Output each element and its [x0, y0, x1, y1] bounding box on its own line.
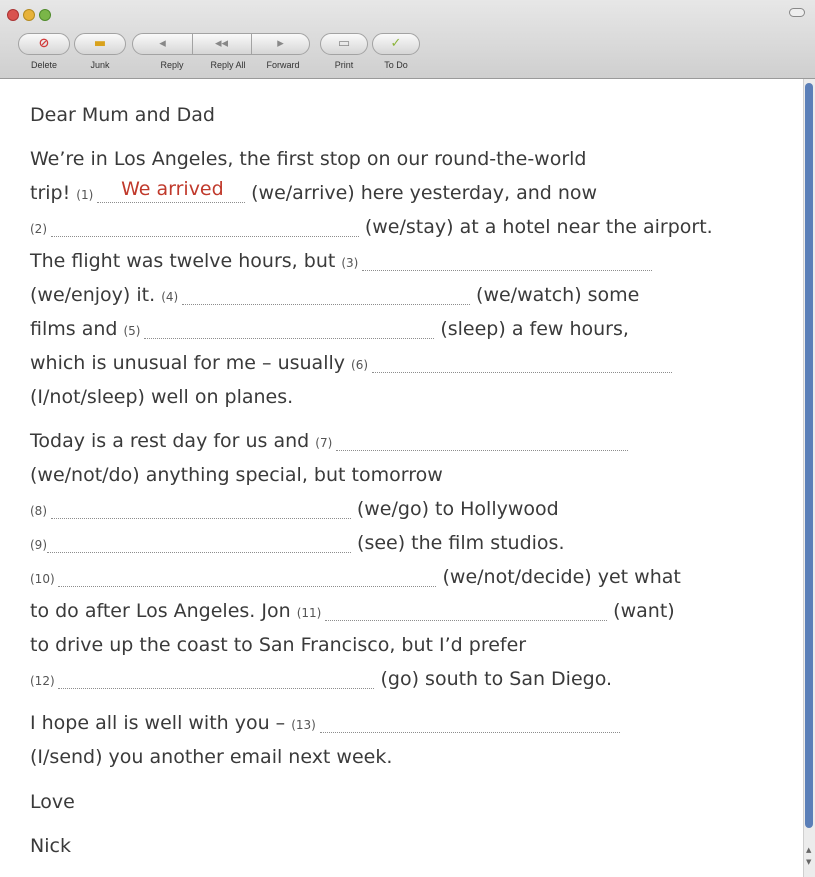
line-text: (we/go) to Hollywood [350, 498, 559, 520]
signature: Nick [30, 835, 71, 857]
print-icon: ▭ [337, 36, 351, 51]
reply-button[interactable]: ◂ [133, 34, 193, 54]
letter-line: (2) (we/stay) at a hotel near the airpor… [30, 212, 713, 244]
reply-all-icon: ◂◂ [214, 36, 229, 51]
scroll-down-arrow-icon[interactable]: ▼ [806, 858, 812, 866]
letter-line: (we/enjoy) it. (4) (we/watch) some [30, 280, 639, 312]
toolbar: ⊘ Delete ▬ Junk ◂ ◂◂ ▸ Reply Reply All F… [0, 0, 815, 79]
junk-icon: ▬ [93, 36, 107, 51]
line-text: Today is a rest day for us and [30, 430, 316, 452]
letter-line: which is unusual for me – usually (6) [30, 348, 672, 380]
letter-line: (9) (see) the film studios. [30, 528, 565, 560]
gap-7-field[interactable] [336, 428, 629, 451]
forward-button[interactable]: ▸ [251, 34, 310, 54]
delete-label: Delete [30, 60, 57, 70]
line-text: I hope all is well with you – [30, 712, 292, 734]
mail-window: ⊘ Delete ▬ Junk ◂ ◂◂ ▸ Reply Reply All F… [0, 0, 815, 877]
line-text: (we/arrive) here yesterday, and now [245, 182, 598, 204]
junk-button[interactable]: ▬ [74, 33, 126, 55]
close-window-button[interactable] [7, 9, 19, 21]
letter-line: (we/not/do) anything special, but tomorr… [30, 464, 443, 486]
gap-6-field[interactable] [371, 350, 672, 373]
gap-3-field[interactable] [362, 248, 653, 271]
reply-icon: ◂ [159, 36, 166, 51]
gap-2-field[interactable] [50, 214, 359, 237]
line-text: which is unusual for me – usually [30, 352, 352, 374]
forward-icon: ▸ [277, 36, 284, 51]
gap-13-field[interactable] [319, 710, 620, 733]
gap-number-10: (10) [30, 572, 59, 586]
line-text: (we/stay) at a hotel near the airport. [358, 216, 713, 238]
gap-4-field[interactable] [182, 282, 470, 305]
letter-line: films and (5) (sleep) a few hours, [30, 314, 629, 346]
letter-line: We’re in Los Angeles, the first stop on … [30, 148, 587, 170]
reply-all-label: Reply All [210, 60, 246, 70]
print-button[interactable]: ▭ [320, 33, 368, 55]
delete-button[interactable]: ⊘ [18, 33, 70, 55]
line-text: The flight was twelve hours, but [30, 250, 342, 272]
line-text: trip! [30, 182, 77, 204]
gap-number-13: (13) [291, 718, 320, 732]
letter-line: I hope all is well with you – (13) [30, 708, 620, 740]
gap-1-answer-field[interactable]: We arrived [97, 178, 246, 203]
line-text: (want) [607, 600, 675, 622]
reply-group: ◂ ◂◂ ▸ [132, 33, 310, 55]
gap-number-12: (12) [30, 674, 59, 688]
junk-label: Junk [90, 60, 110, 70]
reply-label: Reply [160, 60, 184, 70]
gap-number-4: (4) [161, 290, 182, 304]
line-text: (we/watch) some [470, 284, 640, 306]
letter-line: (I/send) you another email next week. [30, 746, 393, 768]
letter-line: to drive up the coast to San Francisco, … [30, 634, 527, 656]
letter-line: trip! (1) We arrived (we/arrive) here ye… [30, 178, 597, 210]
todo-label: To Do [384, 60, 408, 70]
gap-number-1: (1) [76, 188, 98, 202]
forward-label: Forward [266, 60, 300, 70]
line-text: (sleep) a few hours, [434, 318, 629, 340]
greeting: Dear Mum and Dad [30, 104, 215, 126]
letter-line: to do after Los Angeles. Jon (11) (want) [30, 596, 675, 628]
gap-10-field[interactable] [58, 564, 437, 587]
gap-number-11: (11) [296, 606, 326, 620]
todo-icon: ✓ [390, 36, 402, 51]
scrollbar-thumb[interactable] [805, 83, 813, 828]
letter-line: (10) (we/not/decide) yet what [30, 562, 681, 594]
gap-1-answer: We arrived [121, 178, 224, 200]
closing: Love [30, 791, 75, 813]
line-text: to do after Los Angeles. Jon [30, 600, 297, 622]
gap-number-7: (7) [315, 436, 337, 450]
todo-button[interactable]: ✓ [372, 33, 420, 55]
gap-11-field[interactable] [325, 598, 608, 621]
line-text: (see) the film studios. [351, 532, 565, 554]
gap-8-field[interactable] [50, 496, 351, 519]
letter-line: (8) (we/go) to Hollywood [30, 494, 559, 526]
gap-9-field[interactable] [47, 530, 351, 553]
line-text: (we/enjoy) it. [30, 284, 162, 306]
toolbar-toggle-button[interactable] [789, 8, 805, 17]
gap-number-2: (2) [30, 222, 51, 236]
letter-line: (I/not/sleep) well on planes. [30, 386, 294, 408]
gap-number-5: (5) [123, 324, 145, 338]
letter-line: Today is a rest day for us and (7) [30, 426, 629, 458]
gap-5-field[interactable] [144, 316, 435, 339]
gap-number-6: (6) [351, 358, 372, 372]
line-text: (we/not/decide) yet what [436, 566, 681, 588]
zoom-window-button[interactable] [39, 9, 51, 21]
gap-number-8: (8) [30, 504, 51, 518]
gap-number-9: (9) [30, 538, 47, 552]
delete-icon: ⊘ [38, 36, 50, 51]
scroll-up-arrow-icon[interactable]: ▲ [806, 846, 812, 854]
line-text: films and [30, 318, 124, 340]
reply-all-button[interactable]: ◂◂ [192, 34, 252, 54]
print-label: Print [334, 60, 354, 70]
letter-line: The flight was twelve hours, but (3) [30, 246, 653, 278]
line-text: (go) south to San Diego. [374, 668, 613, 690]
message-body: Dear Mum and Dad We’re in Los Angeles, t… [0, 79, 803, 877]
gap-number-3: (3) [341, 256, 363, 270]
gap-12-field[interactable] [58, 666, 375, 689]
letter-line: (12) (go) south to San Diego. [30, 664, 612, 696]
minimize-window-button[interactable] [23, 9, 35, 21]
